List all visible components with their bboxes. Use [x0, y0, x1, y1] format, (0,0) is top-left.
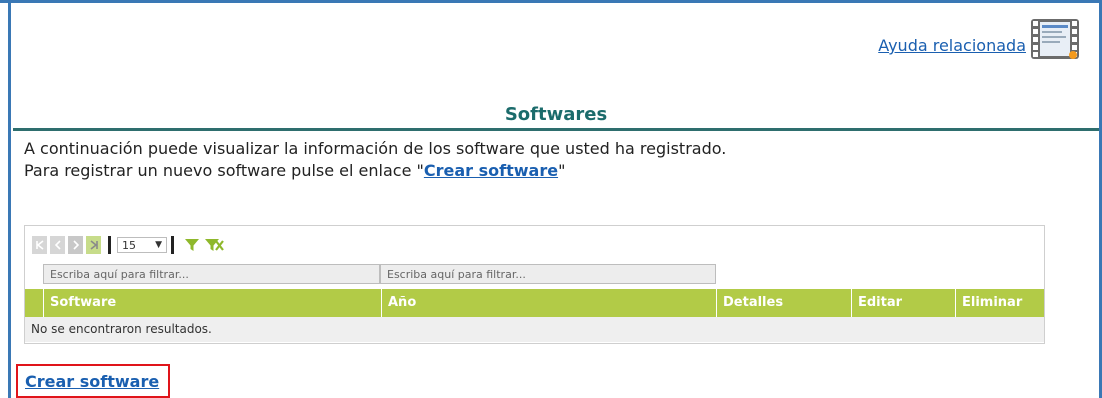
title-divider [13, 128, 1099, 131]
intro-text: A continuación puede visualizar la infor… [24, 138, 726, 182]
column-header-details: Detalles [716, 289, 851, 317]
frame-left-border [8, 0, 11, 398]
header-spacer [25, 289, 43, 317]
help-video-icon[interactable] [1030, 18, 1080, 60]
first-page-icon[interactable] [32, 236, 47, 254]
prev-page-icon[interactable] [50, 236, 65, 254]
create-software-link[interactable]: Crear software [25, 372, 159, 391]
filter-icon[interactable] [184, 237, 200, 253]
pager-separator-2 [171, 236, 174, 254]
column-header-year[interactable]: Año [381, 289, 716, 317]
column-header-delete: Eliminar [955, 289, 1044, 317]
clear-filter-icon[interactable] [204, 237, 224, 253]
intro-line-2-suffix: " [558, 161, 566, 180]
page-size-value: 15 [122, 238, 136, 252]
empty-results-message: No se encontraron resultados. [25, 317, 1044, 342]
column-header-edit: Editar [851, 289, 955, 317]
grid-pager: 15 ▼ [32, 234, 224, 256]
software-filter-input[interactable] [43, 264, 380, 284]
intro-line-2-prefix: Para registrar un nuevo software pulse e… [24, 161, 424, 180]
page-size-select[interactable]: 15 ▼ [117, 237, 167, 253]
help-area: Ayuda relacionada [878, 18, 1080, 60]
last-page-icon[interactable] [86, 236, 101, 254]
next-page-icon[interactable] [68, 236, 83, 254]
filter-row [43, 264, 716, 284]
frame-top-border [0, 0, 1102, 3]
help-link[interactable]: Ayuda relacionada [878, 36, 1026, 56]
column-header-software[interactable]: Software [43, 289, 381, 317]
chevron-down-icon: ▼ [155, 240, 162, 250]
software-grid: 15 ▼ Software Año Detalles Editar Elimin… [24, 225, 1045, 344]
grid-header: Software Año Detalles Editar Eliminar [25, 289, 1044, 317]
create-software-inline-link[interactable]: Crear software [424, 161, 558, 180]
intro-line-1: A continuación puede visualizar la infor… [24, 139, 727, 158]
pager-separator [108, 236, 111, 254]
create-software-highlight: Crear software [16, 364, 170, 398]
intro-line-2: Para registrar un nuevo software pulse e… [24, 160, 726, 182]
year-filter-input[interactable] [380, 264, 716, 284]
page-title: Softwares [504, 104, 608, 125]
